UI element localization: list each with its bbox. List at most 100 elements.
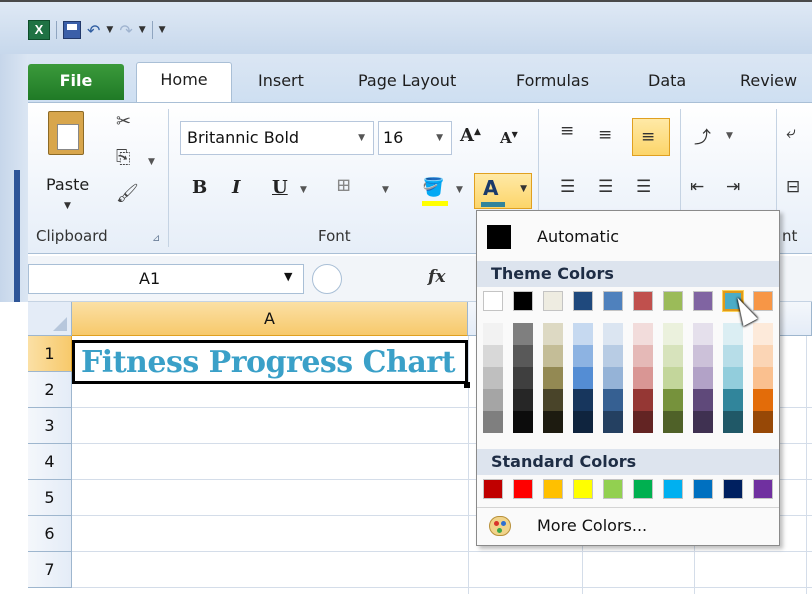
paste-dropdown-icon[interactable]: ▼ bbox=[64, 201, 71, 211]
automatic-color-item[interactable]: Automatic bbox=[477, 215, 779, 257]
theme-shade-swatch[interactable] bbox=[483, 389, 503, 411]
theme-shade-swatch[interactable] bbox=[663, 367, 683, 389]
theme-shade-swatch[interactable] bbox=[513, 367, 533, 389]
theme-shade-swatch[interactable] bbox=[513, 411, 533, 433]
standard-color-swatch[interactable] bbox=[483, 479, 503, 499]
font-name-combobox[interactable]: Britannic Bold ▼ bbox=[180, 121, 374, 155]
customize-qat-icon[interactable]: ▼ bbox=[159, 25, 166, 35]
row-header-1[interactable]: 1 bbox=[28, 336, 72, 372]
theme-shade-swatch[interactable] bbox=[693, 389, 713, 411]
theme-color-swatch[interactable] bbox=[603, 291, 623, 311]
theme-shade-swatch[interactable] bbox=[753, 323, 773, 345]
theme-shade-swatch[interactable] bbox=[573, 389, 593, 411]
row-header-2[interactable]: 2 bbox=[28, 372, 72, 408]
theme-shade-swatch[interactable] bbox=[543, 345, 563, 367]
theme-shade-swatch[interactable] bbox=[723, 411, 743, 433]
theme-shade-swatch[interactable] bbox=[573, 345, 593, 367]
align-right-icon[interactable]: ☰ bbox=[636, 177, 651, 197]
theme-shade-swatch[interactable] bbox=[543, 389, 563, 411]
theme-shade-swatch[interactable] bbox=[633, 345, 653, 367]
standard-color-swatch[interactable] bbox=[693, 479, 713, 499]
format-painter-icon[interactable]: 🖌 bbox=[116, 183, 139, 204]
row-header-6[interactable]: 6 bbox=[28, 516, 72, 552]
theme-shade-swatch[interactable] bbox=[723, 389, 743, 411]
theme-shade-swatch[interactable] bbox=[603, 323, 623, 345]
increase-indent-icon[interactable]: ⇥ bbox=[726, 177, 740, 197]
wrap-text-icon[interactable]: ⤶ bbox=[786, 123, 796, 143]
middle-align-icon[interactable]: ≡ bbox=[598, 125, 612, 145]
font-color-dropdown-icon[interactable]: ▼ bbox=[520, 184, 527, 194]
theme-shade-swatch[interactable] bbox=[543, 367, 563, 389]
standard-color-swatch[interactable] bbox=[513, 479, 533, 499]
row-header-4[interactable]: 4 bbox=[28, 444, 72, 480]
copy-icon[interactable]: ⎘ bbox=[116, 147, 130, 168]
redo-icon[interactable]: ↷ bbox=[119, 21, 132, 40]
theme-shade-swatch[interactable] bbox=[633, 323, 653, 345]
theme-shade-swatch[interactable] bbox=[723, 323, 743, 345]
theme-color-swatch[interactable] bbox=[753, 291, 773, 311]
theme-shade-swatch[interactable] bbox=[573, 411, 593, 433]
theme-shade-swatch[interactable] bbox=[723, 345, 743, 367]
theme-shade-swatch[interactable] bbox=[483, 411, 503, 433]
merge-center-icon[interactable]: ⊟ bbox=[786, 177, 800, 197]
borders-icon[interactable]: ⊞ bbox=[336, 175, 351, 196]
tab-file[interactable]: File bbox=[28, 64, 124, 100]
theme-shade-swatch[interactable] bbox=[753, 389, 773, 411]
theme-color-swatch[interactable] bbox=[693, 291, 713, 311]
theme-shade-swatch[interactable] bbox=[483, 345, 503, 367]
top-align-icon[interactable]: ≡ bbox=[560, 121, 574, 141]
orientation-dropdown-icon[interactable]: ▼ bbox=[726, 131, 733, 141]
theme-shade-swatch[interactable] bbox=[723, 367, 743, 389]
borders-dropdown-icon[interactable]: ▼ bbox=[382, 185, 389, 195]
row-header-7[interactable]: 7 bbox=[28, 552, 72, 588]
row-header-5[interactable]: 5 bbox=[28, 480, 72, 516]
save-icon[interactable] bbox=[63, 21, 81, 39]
font-size-dropdown-icon[interactable]: ▼ bbox=[436, 122, 443, 154]
theme-shade-swatch[interactable] bbox=[513, 389, 533, 411]
theme-shade-swatch[interactable] bbox=[543, 323, 563, 345]
theme-shade-swatch[interactable] bbox=[753, 345, 773, 367]
insert-function-button[interactable]: fx bbox=[428, 267, 445, 287]
grow-font-icon[interactable]: A▲ bbox=[460, 125, 481, 146]
theme-shade-swatch[interactable] bbox=[603, 367, 623, 389]
redo-dropdown-icon[interactable]: ▼ bbox=[139, 25, 146, 35]
cell-a1[interactable]: Fitness Progress Chart bbox=[72, 340, 468, 384]
standard-color-swatch[interactable] bbox=[573, 479, 593, 499]
theme-shade-swatch[interactable] bbox=[693, 323, 713, 345]
standard-color-swatch[interactable] bbox=[663, 479, 683, 499]
tab-page-layout[interactable]: Page Layout bbox=[358, 64, 456, 100]
theme-shade-swatch[interactable] bbox=[603, 345, 623, 367]
theme-shade-swatch[interactable] bbox=[633, 389, 653, 411]
tab-data[interactable]: Data bbox=[648, 64, 686, 100]
underline-dropdown-icon[interactable]: ▼ bbox=[300, 185, 307, 195]
theme-shade-swatch[interactable] bbox=[693, 367, 713, 389]
theme-shade-swatch[interactable] bbox=[633, 367, 653, 389]
font-color-button[interactable]: A ▼ bbox=[474, 173, 532, 209]
cut-icon[interactable]: ✂ bbox=[116, 111, 131, 132]
fill-color-icon[interactable]: 🪣 bbox=[422, 177, 444, 198]
theme-color-swatch[interactable] bbox=[663, 291, 683, 311]
theme-shade-swatch[interactable] bbox=[663, 345, 683, 367]
standard-color-swatch[interactable] bbox=[603, 479, 623, 499]
clipboard-launcher-icon[interactable]: ⊿ bbox=[152, 233, 160, 244]
theme-shade-swatch[interactable] bbox=[633, 411, 653, 433]
theme-shade-swatch[interactable] bbox=[573, 367, 593, 389]
more-colors-item[interactable]: More Colors... bbox=[477, 507, 779, 543]
tab-review[interactable]: Review bbox=[740, 64, 797, 100]
theme-shade-swatch[interactable] bbox=[573, 323, 593, 345]
theme-shade-swatch[interactable] bbox=[603, 389, 623, 411]
theme-shade-swatch[interactable] bbox=[543, 411, 563, 433]
column-header-a[interactable]: A bbox=[72, 302, 468, 336]
theme-shade-swatch[interactable] bbox=[513, 345, 533, 367]
select-all-button[interactable] bbox=[28, 302, 72, 336]
decrease-indent-icon[interactable]: ⇤ bbox=[690, 177, 704, 197]
theme-color-swatch[interactable] bbox=[633, 291, 653, 311]
theme-color-swatch[interactable] bbox=[483, 291, 503, 311]
tab-insert[interactable]: Insert bbox=[258, 64, 304, 100]
tab-home[interactable]: Home bbox=[136, 62, 232, 102]
theme-shade-swatch[interactable] bbox=[753, 411, 773, 433]
paste-button[interactable]: Paste bbox=[46, 175, 89, 194]
row-header-3[interactable]: 3 bbox=[28, 408, 72, 444]
theme-shade-swatch[interactable] bbox=[513, 323, 533, 345]
theme-shade-swatch[interactable] bbox=[693, 411, 713, 433]
